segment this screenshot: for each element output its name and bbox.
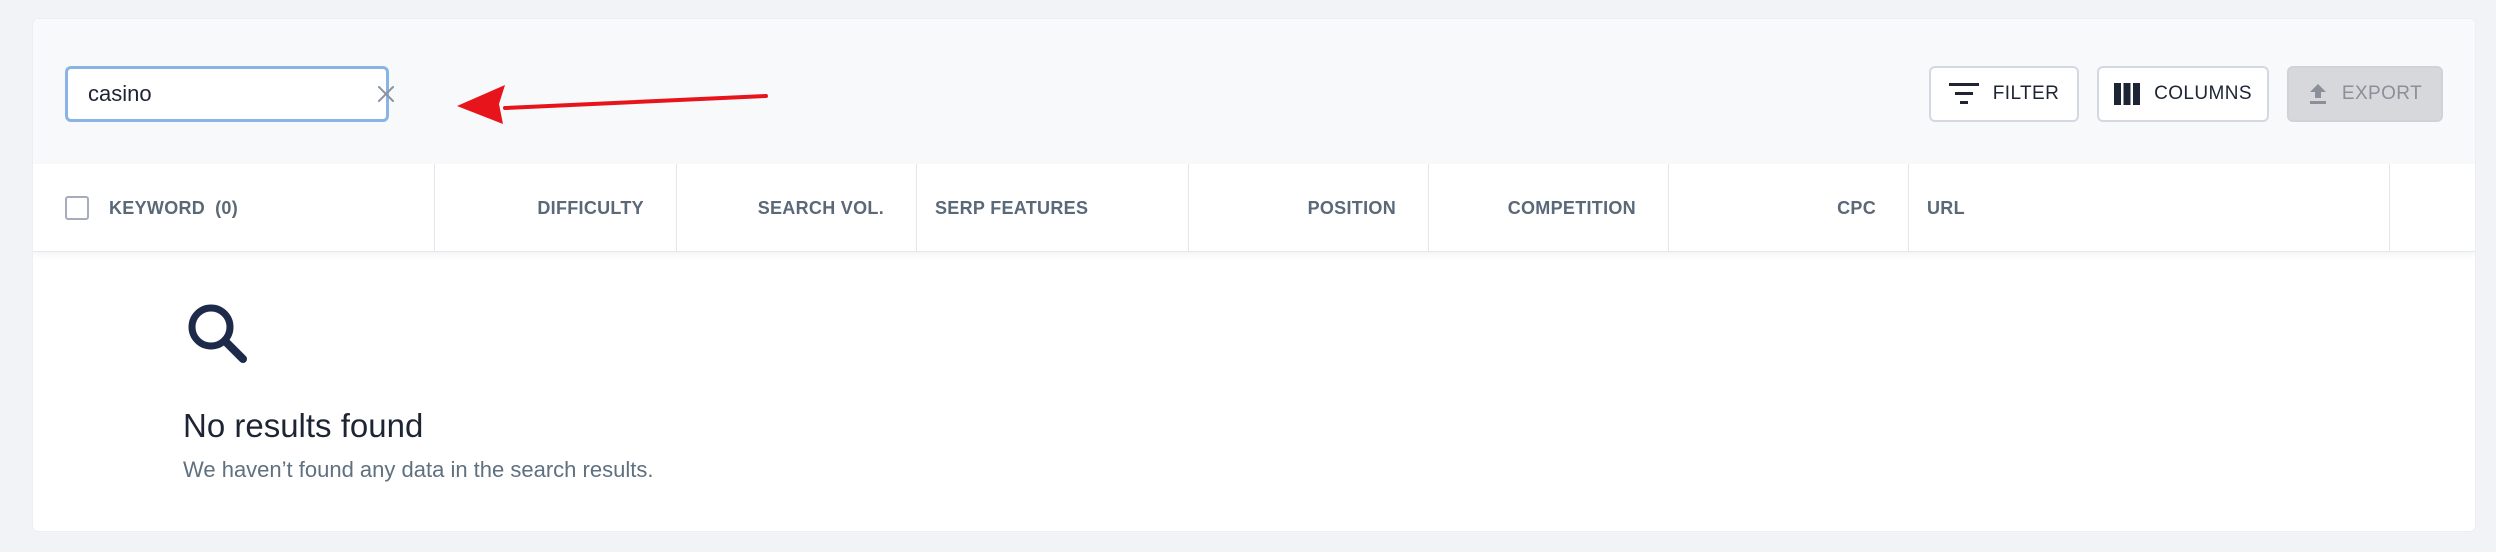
column-header-difficulty[interactable]: DIFFICULTY: [435, 164, 677, 252]
keywords-panel: FILTER COLUMNS EXPORT KEYWORD (0) DIFFIC…: [32, 18, 2476, 532]
column-header-cpc[interactable]: CPC: [1669, 164, 1909, 252]
column-header-search-vol[interactable]: SEARCH VOL.: [677, 164, 917, 252]
position-header-label: POSITION: [1307, 197, 1396, 218]
export-button[interactable]: EXPORT: [2287, 66, 2443, 122]
columns-icon: [2114, 83, 2141, 105]
keyword-header-label: KEYWORD: [109, 197, 206, 218]
search-box[interactable]: [65, 66, 394, 122]
select-all-checkbox[interactable]: [65, 196, 89, 220]
filter-button[interactable]: FILTER: [1929, 66, 2079, 122]
column-header-url[interactable]: URL: [1909, 164, 2390, 252]
search-input[interactable]: [88, 81, 376, 107]
empty-state-title: No results found: [183, 407, 424, 444]
filter-button-label: FILTER: [1992, 83, 2060, 104]
column-header-keyword[interactable]: KEYWORD (0): [33, 164, 435, 252]
difficulty-header-label: DIFFICULTY: [537, 197, 644, 218]
keyword-count: (0): [215, 197, 239, 218]
search-icon: [188, 304, 247, 363]
serp-features-header-label: SERP FEATURES: [935, 197, 1089, 218]
column-header-serp-features[interactable]: SERP FEATURES: [917, 164, 1189, 252]
cpc-header-label: CPC: [1837, 197, 1876, 218]
upload-icon: [2309, 84, 2326, 104]
competition-header-label: COMPETITION: [1507, 197, 1636, 218]
search-vol-header-label: SEARCH VOL.: [757, 197, 884, 218]
toolbar: FILTER COLUMNS EXPORT: [33, 19, 2475, 164]
url-header-label: URL: [1927, 197, 1965, 218]
clear-icon[interactable]: [376, 81, 396, 107]
column-header-competition[interactable]: COMPETITION: [1429, 164, 1669, 252]
annotation-arrow-icon: [457, 85, 768, 124]
columns-button-label: COLUMNS: [2154, 83, 2252, 104]
columns-button[interactable]: COLUMNS: [2097, 66, 2269, 122]
table-header: KEYWORD (0) DIFFICULTY SEARCH VOL. SERP …: [33, 164, 2475, 252]
empty-state-subtitle: We haven’t found any data in the search …: [183, 457, 654, 482]
export-button-label: EXPORT: [2341, 83, 2423, 104]
column-header-position[interactable]: POSITION: [1189, 164, 1429, 252]
filter-icon: [1948, 83, 1979, 104]
